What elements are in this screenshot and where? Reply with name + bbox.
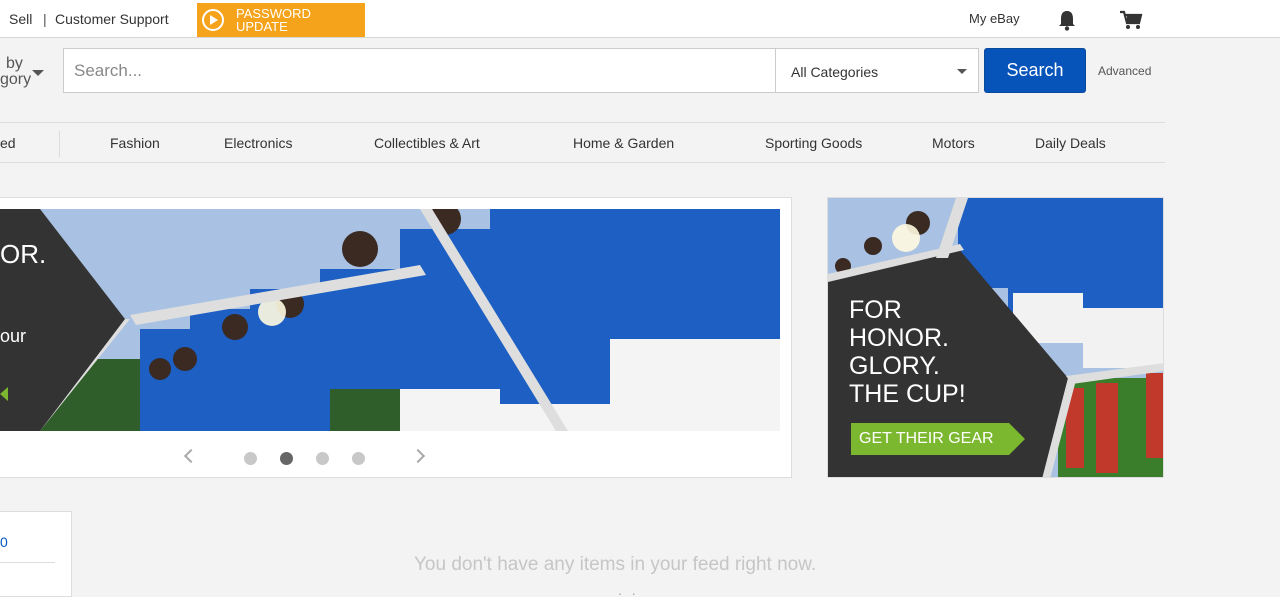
shop-by-line1: by (6, 55, 23, 72)
feed-loading-dots: . . (618, 582, 639, 597)
chevron-down-icon (32, 70, 44, 76)
hero-banner-image[interactable]: OR. our (0, 209, 780, 431)
ad-line-4: THE CUP! (849, 380, 966, 408)
category-nav: ed Fashion Electronics Collectibles & Ar… (0, 122, 1165, 163)
nav-item-home-garden[interactable]: Home & Garden (573, 135, 674, 151)
carousel-dot-3[interactable] (316, 452, 329, 465)
nav-item-collectibles[interactable]: Collectibles & Art (374, 135, 480, 151)
team-photo-illustration (0, 209, 780, 431)
top-bar: Sell | Customer Support PASSWORD UPDATE … (0, 0, 1280, 38)
password-update-line2: UPDATE (236, 19, 288, 34)
empty-feed-message: You don't have any items in your feed ri… (414, 554, 817, 575)
play-icon (202, 9, 224, 31)
ad-line-3: GLORY. (849, 352, 940, 380)
shop-by-category-button[interactable]: by gory (0, 55, 44, 88)
nav-item-electronics[interactable]: Electronics (224, 135, 292, 151)
nav-item-motors[interactable]: Motors (932, 135, 975, 151)
chevron-down-icon (957, 69, 967, 74)
cta-arrow-icon (1009, 423, 1025, 455)
shop-by-line2: gory (0, 71, 32, 88)
nav-item-partial[interactable]: ed (0, 135, 16, 151)
category-select-value: All Categories (791, 64, 879, 80)
ad-line-2: HONOR. (849, 324, 949, 352)
get-their-gear-button[interactable]: GET THEIR GEAR (851, 423, 1009, 455)
password-update-banner[interactable]: PASSWORD UPDATE (197, 3, 365, 37)
nav-item-fashion[interactable]: Fashion (110, 135, 160, 151)
search-input[interactable] (74, 59, 764, 83)
left-card-text[interactable]: 0 (0, 534, 8, 550)
search-box (63, 48, 775, 93)
bell-icon[interactable] (1057, 9, 1077, 31)
carousel-controls (0, 438, 792, 478)
nav-item-daily-deals[interactable]: Daily Deals (1035, 135, 1106, 151)
left-feed-card: 0 (0, 511, 72, 597)
carousel-prev-icon[interactable] (183, 448, 199, 464)
customer-support-link[interactable]: Customer Support (55, 11, 169, 27)
separator: | (43, 11, 47, 27)
hero-carousel: OR. our (0, 197, 792, 478)
category-select[interactable]: All Categories (775, 48, 979, 93)
hero-subtext: our (0, 326, 27, 346)
carousel-dot-1[interactable] (244, 452, 257, 465)
advanced-search-link[interactable]: Advanced (1098, 64, 1151, 78)
left-card-divider (0, 562, 55, 563)
hero-headline: OR. (0, 239, 47, 269)
nav-divider (59, 131, 60, 157)
nav-item-sporting-goods[interactable]: Sporting Goods (765, 135, 862, 151)
carousel-next-icon[interactable] (410, 448, 426, 464)
cart-icon[interactable] (1119, 9, 1143, 31)
carousel-dot-4[interactable] (352, 452, 365, 465)
side-ad-banner[interactable]: FOR HONOR. GLORY. THE CUP! GET THEIR GEA… (827, 197, 1164, 478)
carousel-dot-2[interactable] (280, 452, 293, 465)
my-ebay-link[interactable]: My eBay (969, 11, 1020, 26)
search-button[interactable]: Search (984, 48, 1086, 93)
ad-line-1: FOR (849, 296, 902, 324)
sell-link[interactable]: Sell (9, 11, 32, 27)
